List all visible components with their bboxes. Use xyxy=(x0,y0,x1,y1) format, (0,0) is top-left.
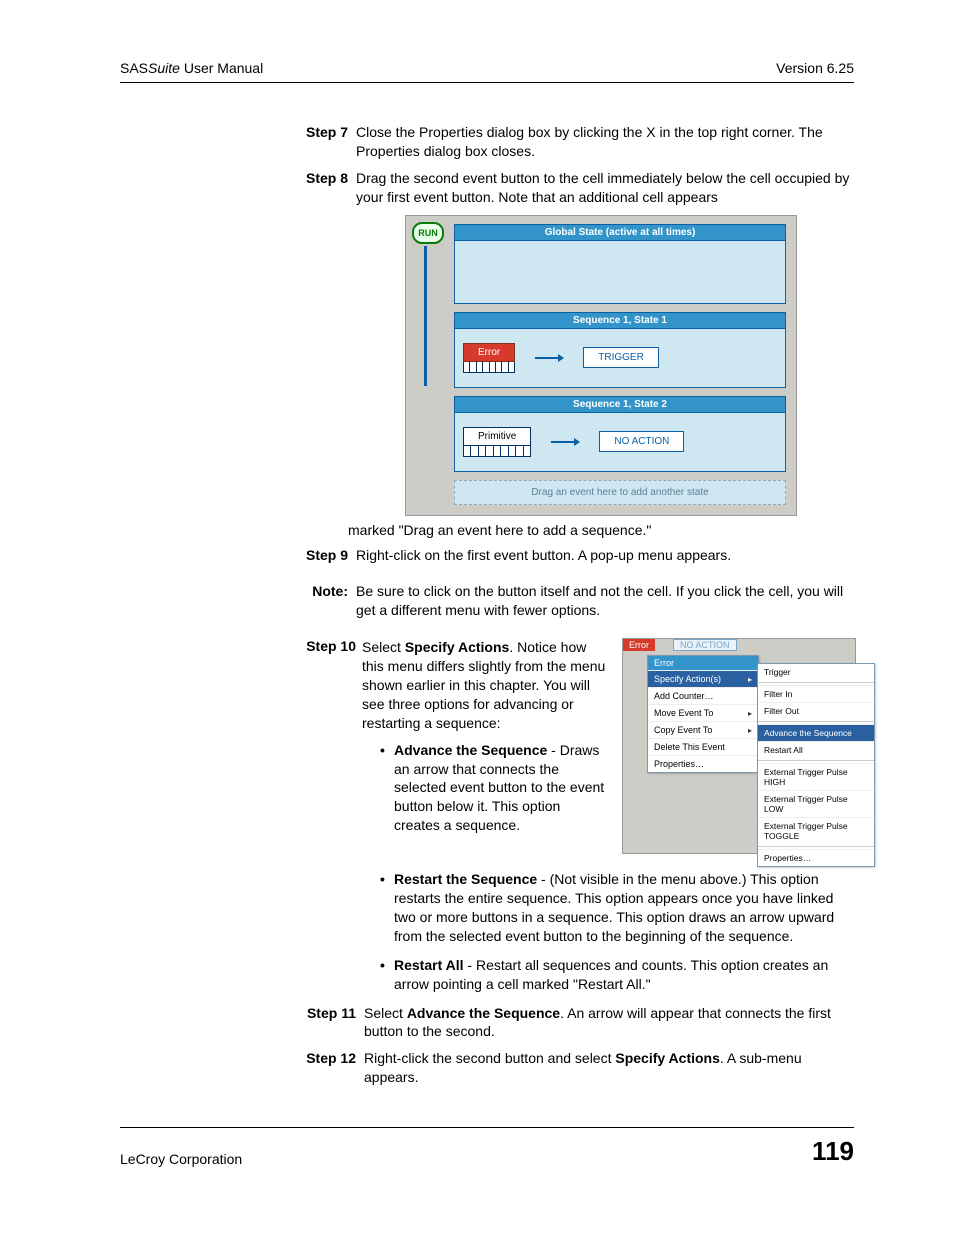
menu-item-copy-event[interactable]: Copy Event To ▸ xyxy=(648,721,758,738)
text-bold: Specify Actions xyxy=(405,639,510,655)
menu-item-delete-event[interactable]: Delete This Event xyxy=(648,738,758,755)
state-title: Global State (active at all times) xyxy=(455,225,785,241)
menu-title: Error xyxy=(648,656,758,670)
footer-company: LeCroy Corporation xyxy=(120,1151,242,1167)
submenu-item-ext-trigger-toggle[interactable]: External Trigger Pulse TOGGLE xyxy=(758,817,874,844)
menu-item-label: Move Event To xyxy=(654,708,713,718)
menu-item-add-counter[interactable]: Add Counter… xyxy=(648,687,758,704)
global-state-block: Global State (active at all times) xyxy=(454,224,786,304)
submenu-item-properties[interactable]: Properties… xyxy=(758,849,874,866)
step-body: Select Advance the Sequence. An arrow wi… xyxy=(364,1004,854,1042)
text-bold: Restart All xyxy=(394,957,464,973)
state-2-block: Sequence 1, State 2 Primitive NO ACTION xyxy=(454,396,786,472)
step-7: Step 7 Close the Properties dialog box b… xyxy=(290,123,854,161)
event-strip xyxy=(463,362,515,373)
submenu-item-filter-out[interactable]: Filter Out xyxy=(758,702,874,719)
menu-item-specify-actions[interactable]: Specify Action(s) ▸ xyxy=(648,670,758,687)
step-label: Step 11 xyxy=(290,1004,364,1042)
step-body: Right-click the second button and select… xyxy=(364,1049,854,1087)
menu-item-label: Copy Event To xyxy=(654,725,712,735)
action-trigger[interactable]: TRIGGER xyxy=(583,347,659,368)
note-body: Be sure to click on the button itself an… xyxy=(356,582,854,620)
event-button-error[interactable]: Error xyxy=(463,343,515,373)
note-label: Note: xyxy=(290,582,356,620)
caption-after-figure: marked "Drag an event here to add a sequ… xyxy=(348,522,854,538)
option-restart-all: Restart All - Restart all sequences and … xyxy=(380,956,854,994)
drop-hint[interactable]: Drag an event here to add another state xyxy=(454,480,786,505)
header-version: Version 6.25 xyxy=(776,60,854,76)
state-1-block: Sequence 1, State 1 Error TRIGGER xyxy=(454,312,786,388)
chevron-right-icon: ▸ xyxy=(748,726,752,735)
text: Right-click the second button and select xyxy=(364,1050,615,1066)
run-badge: RUN xyxy=(412,222,444,244)
step-body: Close the Properties dialog box by click… xyxy=(356,123,854,161)
submenu-item-ext-trigger-low[interactable]: External Trigger Pulse LOW xyxy=(758,790,874,817)
manual-label: User Manual xyxy=(180,60,263,76)
step-10-block: Error NO ACTION Error Specify Action(s) ▸… xyxy=(290,638,854,862)
option-restart-sequence: Restart the Sequence - (Not visible in t… xyxy=(380,870,854,946)
figure-1: RUN Global State (active at all times) S… xyxy=(348,215,854,516)
step-label: Step 10 xyxy=(290,638,362,732)
event-label: Primitive xyxy=(463,427,531,446)
chevron-right-icon: ▸ xyxy=(748,675,752,684)
step-11: Step 11 Select Advance the Sequence. An … xyxy=(290,1004,854,1042)
submenu: Trigger Filter In Filter Out Advance the… xyxy=(757,663,875,867)
submenu-item-restart-all[interactable]: Restart All xyxy=(758,741,874,758)
menu-item-move-event[interactable]: Move Event To ▸ xyxy=(648,704,758,721)
menu-item-label: Specify Action(s) xyxy=(654,674,721,684)
state-body xyxy=(455,241,785,303)
step-label: Step 8 xyxy=(290,169,356,207)
event-label: Error xyxy=(463,343,515,362)
connector-line xyxy=(424,246,427,386)
text-bold: Advance the Sequence xyxy=(407,1005,560,1021)
figure-2: Error NO ACTION Error Specify Action(s) ▸… xyxy=(622,638,854,854)
page-footer: LeCroy Corporation 119 xyxy=(120,1127,854,1167)
text: Select xyxy=(362,639,405,655)
step-body: Select Specify Actions. Notice how this … xyxy=(362,638,610,732)
step-label: Step 12 xyxy=(290,1049,364,1087)
state-title: Sequence 1, State 2 xyxy=(455,397,785,413)
event-strip xyxy=(463,446,531,457)
step-label: Step 7 xyxy=(290,123,356,161)
step-body: Drag the second event button to the cell… xyxy=(356,169,854,207)
page-number: 119 xyxy=(812,1136,854,1167)
note: Note: Be sure to click on the button its… xyxy=(290,582,854,620)
text-bold: Specify Actions xyxy=(615,1050,720,1066)
event-button-error: Error xyxy=(623,639,655,651)
action-noaction: NO ACTION xyxy=(673,639,737,651)
chevron-right-icon: ▸ xyxy=(748,709,752,718)
submenu-item-filter-in[interactable]: Filter In xyxy=(758,685,874,702)
text-bold: Restart the Sequence xyxy=(394,871,537,887)
context-menu: Error Specify Action(s) ▸ Add Counter… Mo… xyxy=(647,655,759,773)
step-9: Step 9 Right-click on the first event bu… xyxy=(290,546,854,565)
option-advance-sequence: Advance the Sequence - Draws an arrow th… xyxy=(380,741,624,835)
options-list-cont: Restart the Sequence - (Not visible in t… xyxy=(380,870,854,993)
submenu-item-trigger[interactable]: Trigger xyxy=(758,664,874,680)
step-body: Right-click on the first event button. A… xyxy=(356,546,854,565)
product-name: SAS xyxy=(120,60,148,76)
event-button-primitive[interactable]: Primitive xyxy=(463,427,531,457)
text-bold: Advance the Sequence xyxy=(394,742,547,758)
action-noaction[interactable]: NO ACTION xyxy=(599,431,684,452)
state-title: Sequence 1, State 1 xyxy=(455,313,785,329)
submenu-item-advance-sequence[interactable]: Advance the Sequence xyxy=(758,724,874,741)
step-8: Step 8 Drag the second event button to t… xyxy=(290,169,854,207)
submenu-item-ext-trigger-high[interactable]: External Trigger Pulse HIGH xyxy=(758,763,874,790)
product-suite: Suite xyxy=(148,60,180,76)
state-body: Error TRIGGER xyxy=(455,329,785,387)
state-body: Primitive NO ACTION xyxy=(455,413,785,471)
step-12: Step 12 Right-click the second button an… xyxy=(290,1049,854,1087)
step-label: Step 9 xyxy=(290,546,356,565)
page-header: SASSuite User Manual Version 6.25 xyxy=(120,60,854,83)
arrow-icon xyxy=(535,357,563,359)
text: Select xyxy=(364,1005,407,1021)
menu-item-properties[interactable]: Properties… xyxy=(648,755,758,772)
header-left: SASSuite User Manual xyxy=(120,60,263,76)
arrow-icon xyxy=(551,441,579,443)
